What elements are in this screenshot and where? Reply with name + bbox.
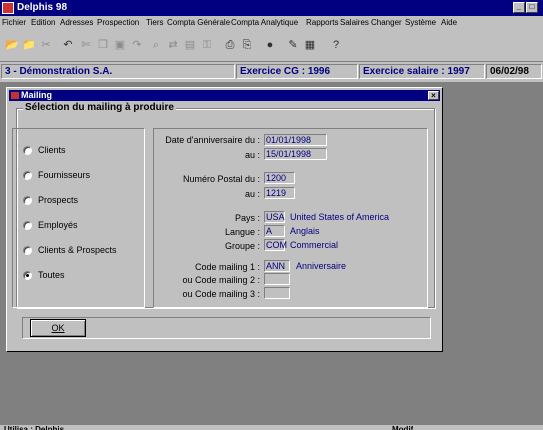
radio-dot[interactable] (23, 246, 32, 255)
code-mailing-3-input[interactable] (264, 287, 290, 299)
menu-systeme[interactable]: Système (405, 18, 436, 27)
dialog-title-bar: Mailing × (9, 90, 440, 101)
radio-dot-selected[interactable] (23, 271, 32, 280)
code-mailing-2-input[interactable] (264, 273, 290, 285)
recipient-type-pane: Clients Fournisseurs Prospects Employés … (12, 128, 145, 308)
date-anniv-au-input[interactable]: 15/01/1998 (264, 148, 327, 160)
find-icon[interactable]: ⌕ (148, 37, 164, 53)
npa-du-input[interactable]: 1200 (264, 172, 295, 184)
app-title-bar: Delphis 98 _ □ (0, 0, 543, 16)
print-icon[interactable]: ⎘ (239, 37, 255, 53)
code-mailing-1-name: Anniversaire (296, 261, 347, 271)
dialog-icon (11, 92, 19, 99)
npa-du-label: Numéro Postal du : (182, 174, 260, 184)
exercice-cg-field: Exercice CG : 1996 (236, 64, 358, 79)
undo-icon[interactable]: ↶ (60, 37, 76, 53)
group-title: Sélection du mailing à produire (23, 102, 176, 113)
menu-bar: Fichier Edition Adresses Prospection Tie… (0, 16, 543, 30)
groupe-input[interactable]: COM (264, 239, 287, 251)
open-folder-icon[interactable]: 📂 (4, 37, 20, 53)
pays-label: Pays : (234, 213, 260, 223)
menu-changer[interactable]: Changer (371, 18, 402, 27)
radio-dot[interactable] (23, 171, 32, 180)
mode-status: Modif (392, 425, 414, 430)
code-mailing-2-label: ou Code mailing 2 : (182, 275, 260, 285)
cut-icon[interactable]: ✄ (78, 37, 94, 53)
exercice-salaire-field: Exercice salaire : 1997 (359, 64, 485, 79)
company-field: 3 - Démonstration S.A. (1, 64, 235, 79)
dialog-title: Mailing (21, 90, 52, 100)
copy-icon[interactable]: ❐ (95, 37, 111, 53)
edit-document-icon[interactable]: ✎ (285, 37, 301, 53)
date-anniv-au-label: au : (244, 150, 260, 160)
radio-label: Fournisseurs (38, 170, 91, 180)
radio-dot[interactable] (23, 196, 32, 205)
menu-tiers[interactable]: Tiers (146, 18, 163, 27)
close-icon[interactable]: × (428, 91, 439, 100)
radio-dot[interactable] (23, 146, 32, 155)
ok-button[interactable]: OK (30, 319, 86, 337)
date-field: 06/02/98 (486, 64, 542, 79)
key-icon[interactable]: ⚿ (199, 37, 215, 53)
radio-label: Employés (38, 220, 78, 230)
radio-dot[interactable] (23, 221, 32, 230)
menu-compta-analytique[interactable]: Compta Analytique (231, 18, 298, 27)
radio-label: Prospects (38, 195, 79, 205)
app-title: Delphis 98 (17, 2, 68, 13)
code-mailing-1-label: Code mailing 1 : (194, 262, 260, 272)
globe-icon[interactable]: ● (262, 37, 278, 53)
tools-icon[interactable]: ✂ (38, 37, 54, 53)
date-anniv-du-label: Date d'anniversaire du : (165, 135, 260, 145)
app-icon (2, 2, 14, 14)
npa-au-input[interactable]: 1219 (264, 187, 295, 199)
replace-icon[interactable]: ⇄ (165, 37, 181, 53)
redo-icon[interactable]: ↷ (129, 37, 145, 53)
code-mailing-3-label: ou Code mailing 3 : (182, 289, 260, 299)
radio-label: Clients & Prospects (38, 245, 117, 255)
npa-au-label: au : (244, 189, 260, 199)
print-preview-icon[interactable]: ⎙ (222, 37, 238, 53)
status-strip: 3 - Démonstration S.A. Exercice CG : 199… (0, 62, 543, 81)
menu-aide[interactable]: Aide (441, 18, 457, 27)
film-icon[interactable]: ▦ (302, 37, 318, 53)
criteria-pane: Date d'anniversaire du : 01/01/1998 au :… (153, 128, 428, 308)
maximize-icon[interactable]: □ (526, 2, 538, 13)
paste-icon[interactable]: ▣ (112, 37, 128, 53)
langue-input[interactable]: A (264, 225, 285, 237)
pays-name: United States of America (290, 212, 390, 222)
groupe-label: Groupe : (224, 241, 260, 251)
menu-rapports[interactable]: Rapports (306, 18, 338, 27)
langue-label: Langue : (224, 227, 260, 237)
menu-edition[interactable]: Edition (31, 18, 55, 27)
user-status: Utilisa : Delphis (4, 425, 65, 430)
code-mailing-1-input[interactable]: ANN (264, 260, 290, 272)
minimize-icon[interactable]: _ (513, 2, 525, 13)
help-icon[interactable]: ? (328, 37, 344, 53)
menu-adresses[interactable]: Adresses (60, 18, 93, 27)
menu-compta-generale[interactable]: Compta Générale (167, 18, 230, 27)
radio-label: Toutes (38, 270, 65, 280)
groupe-name: Commercial (290, 240, 339, 250)
edit-folder-icon[interactable]: 📁 (21, 37, 37, 53)
bottom-status-bar: Utilisa : Delphis Modif (0, 425, 543, 430)
langue-name: Anglais (290, 226, 320, 236)
pays-input[interactable]: USA (264, 211, 285, 223)
menu-fichier[interactable]: Fichier (2, 18, 26, 27)
radio-label: Clients (38, 145, 66, 155)
menu-salaires[interactable]: Salaires (340, 18, 369, 27)
date-anniv-du-input[interactable]: 01/01/1998 (264, 134, 327, 146)
toolbar: 📂 📁 ✂ ↶ ✄ ❐ ▣ ↷ ⌕ ⇄ ▤ ⚿ ⎙ ⎘ ● ✎ ▦ ? (0, 30, 543, 62)
calculator-icon[interactable]: ▤ (182, 37, 198, 53)
menu-prospection[interactable]: Prospection (97, 18, 139, 27)
